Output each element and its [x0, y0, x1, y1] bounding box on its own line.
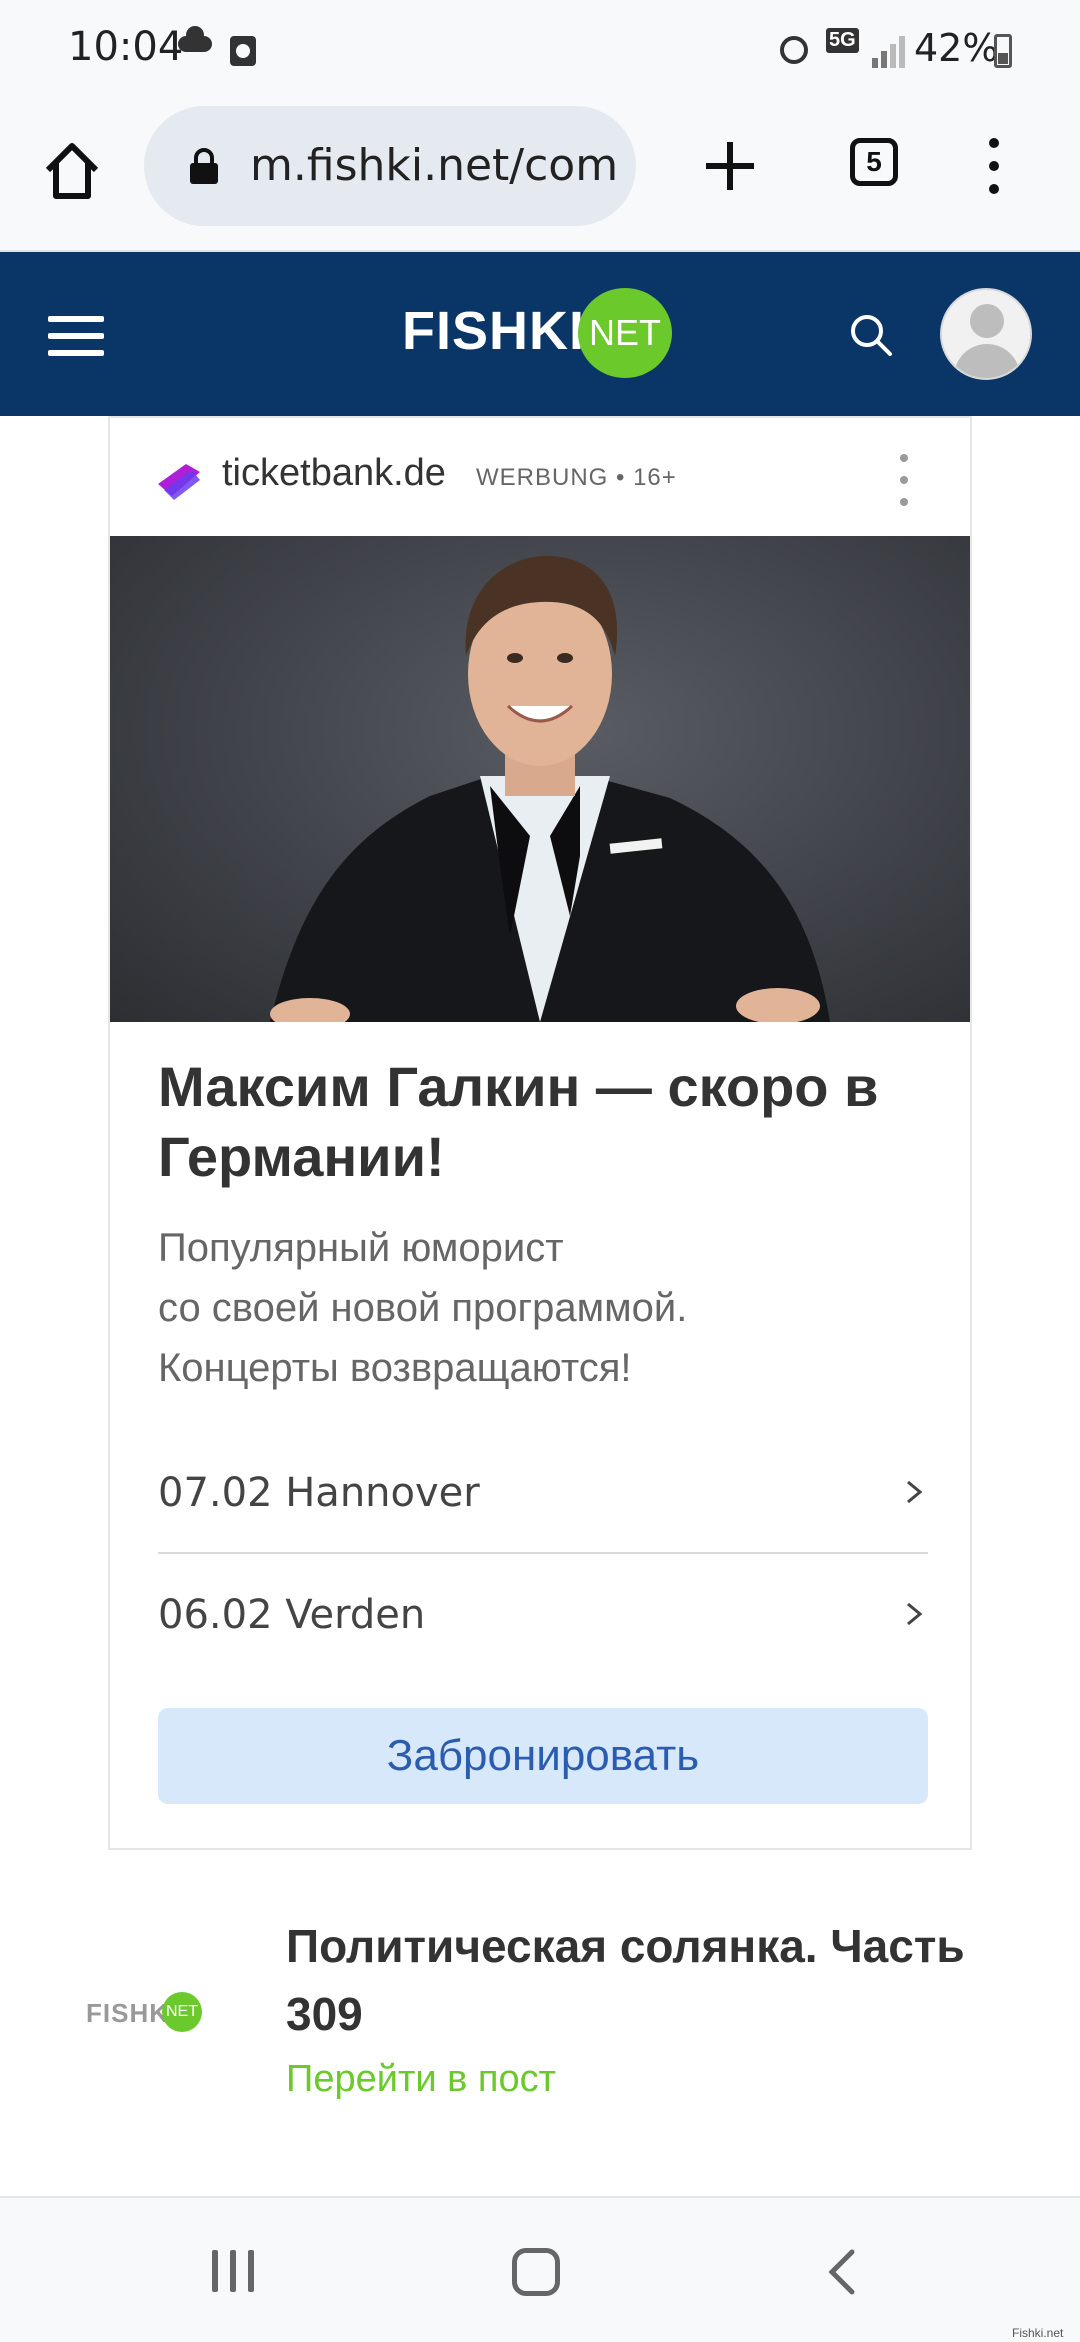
new-tab-icon[interactable]: [700, 136, 760, 196]
tab-switcher-button[interactable]: 5: [850, 138, 898, 186]
ad-image[interactable]: [110, 536, 970, 1022]
ad-card[interactable]: ticketbank.de WERBUNG • 16+ Максим Галки…: [108, 416, 972, 1850]
event-label: 06.02 Verden: [158, 1592, 426, 1638]
battery-icon: [994, 34, 1012, 68]
alarm-icon: [780, 36, 808, 64]
site-header: FISHKI NET: [0, 252, 1080, 416]
chevron-right-icon: [902, 1602, 926, 1626]
lock-icon: [188, 148, 220, 184]
back-icon[interactable]: [822, 2248, 862, 2296]
performer-photo: [270, 555, 830, 1022]
search-icon[interactable]: [848, 312, 894, 358]
cloud-icon: [178, 26, 212, 52]
battery-percent: 42%: [914, 26, 999, 70]
avatar-body: [954, 344, 1020, 378]
avatar-head: [970, 304, 1004, 338]
clock-app-icon: [230, 36, 256, 66]
home-icon[interactable]: [40, 138, 104, 202]
event-label: 07.02 Hannover: [158, 1470, 480, 1516]
event-row-verden[interactable]: 06.02 Verden: [158, 1554, 928, 1674]
menu-icon[interactable]: [48, 316, 104, 356]
book-button[interactable]: Забронировать: [158, 1708, 928, 1804]
ticketbank-logo-icon: [156, 462, 202, 502]
promo-title[interactable]: Политическая солянка. Часть 309: [286, 1912, 986, 2048]
ad-title[interactable]: Максим Галкин — скоро в Германии!: [158, 1052, 938, 1192]
more-menu-icon[interactable]: [984, 136, 1004, 196]
network-type-badge: 5G: [826, 28, 859, 53]
ad-domain[interactable]: ticketbank.de: [222, 452, 446, 495]
recent-apps-icon[interactable]: [212, 2250, 256, 2292]
status-time: 10:04: [68, 24, 184, 70]
ad-options-icon[interactable]: [896, 452, 912, 508]
home-nav-icon[interactable]: [512, 2248, 560, 2296]
ad-description: Популярный юморист со своей новой програ…: [158, 1226, 688, 1390]
avatar[interactable]: [940, 288, 1032, 380]
event-row-hannover[interactable]: 07.02 Hannover: [158, 1432, 928, 1552]
signal-icon: [870, 34, 905, 68]
url-text: m.fishki.net/com: [250, 140, 619, 191]
status-bar: 10:04 5G 42%: [0, 0, 1080, 100]
logo-badge: NET: [578, 288, 672, 378]
watermark: Fishki.net: [1012, 2326, 1064, 2340]
promo-logo-badge: NET: [162, 1992, 202, 2032]
ad-label: WERBUNG • 16+: [476, 464, 677, 491]
promo-link[interactable]: Перейти в пост: [286, 2058, 556, 2101]
logo-word: FISHKI: [402, 301, 586, 361]
browser-toolbar: m.fishki.net/com 5: [0, 100, 1080, 252]
system-nav-bar: [0, 2196, 1080, 2342]
address-bar[interactable]: m.fishki.net/com: [144, 106, 636, 226]
chevron-right-icon: [902, 1480, 926, 1504]
